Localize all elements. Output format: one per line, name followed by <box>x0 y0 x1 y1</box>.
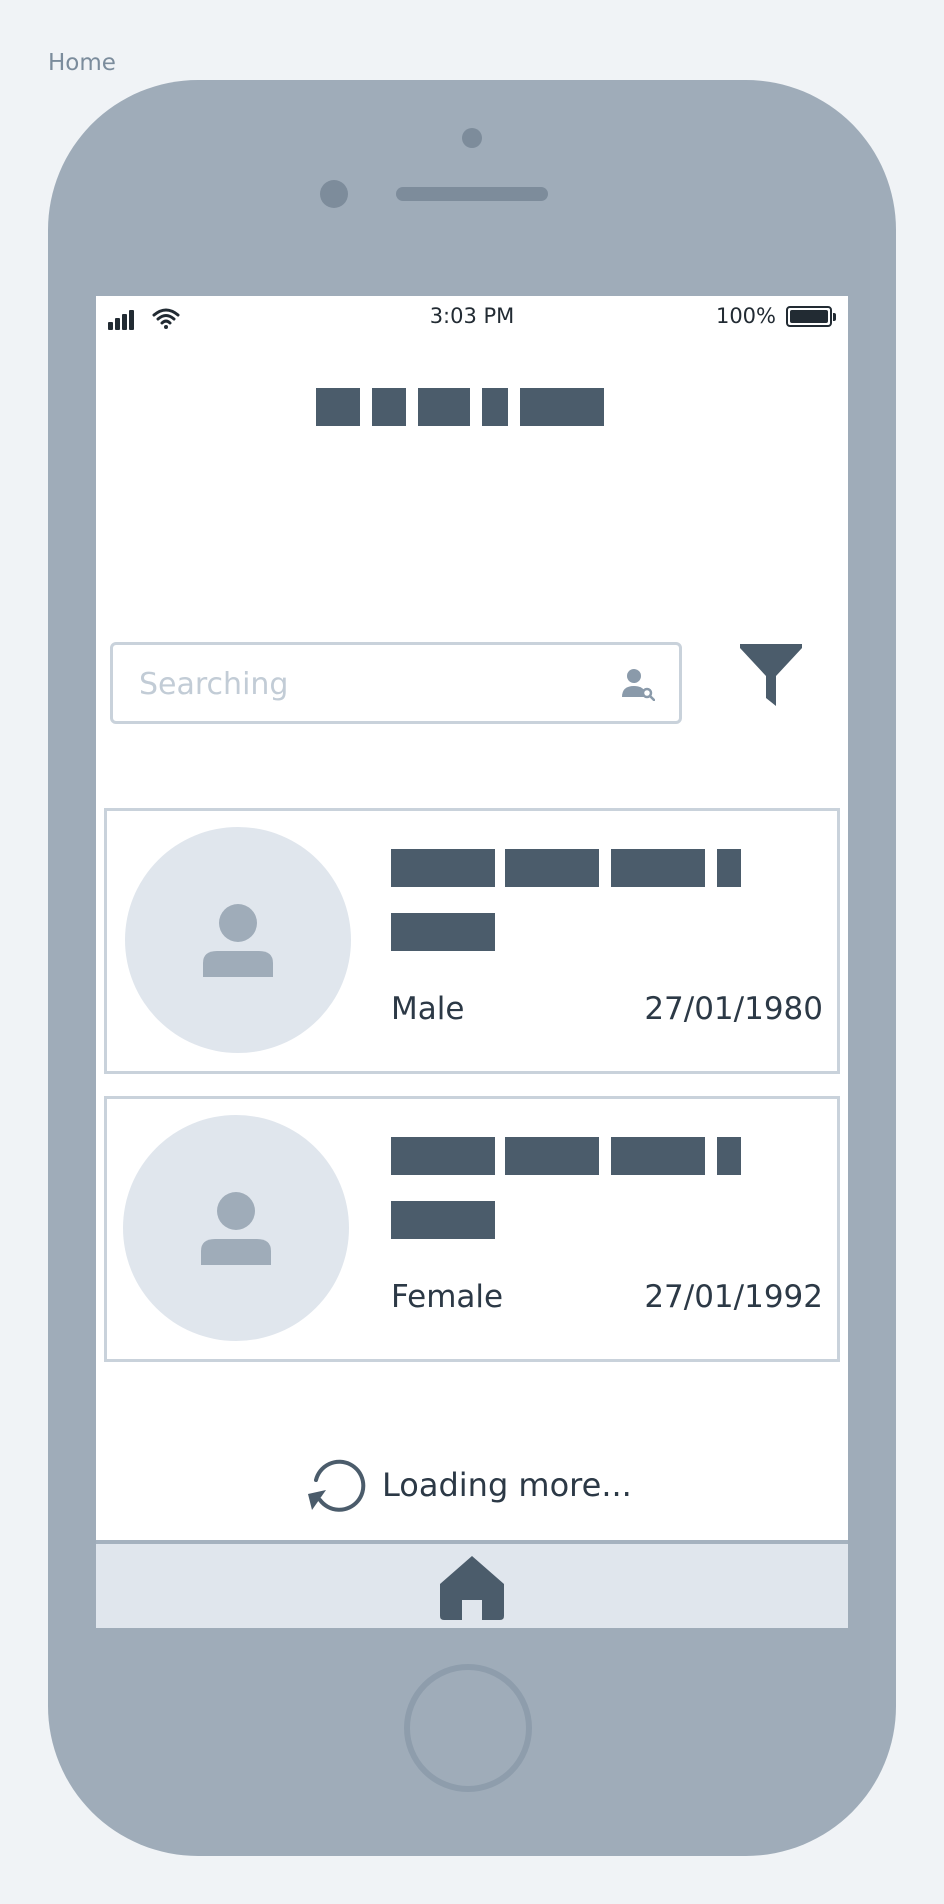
loading-text: Loading more... <box>382 1466 632 1504</box>
phone-screen: 3:03 PM 100% Searching Male 27/01/1980 F… <box>96 296 848 1628</box>
avatar <box>123 1115 349 1341</box>
search-field[interactable] <box>110 642 682 724</box>
patient-dob: 27/01/1992 <box>644 1279 823 1315</box>
phone-frame: 3:03 PM 100% Searching Male 27/01/1980 F… <box>48 80 896 1856</box>
status-bar: 3:03 PM 100% <box>96 296 848 340</box>
patient-name-placeholder <box>391 1137 791 1243</box>
avatar <box>125 827 351 1053</box>
front-camera <box>462 128 482 148</box>
user-search-icon[interactable] <box>621 667 655 701</box>
refresh-icon <box>308 1459 366 1512</box>
page-label: Home <box>48 50 116 76</box>
person-icon <box>201 1192 271 1265</box>
battery-percentage: 100% <box>715 304 776 328</box>
patient-card[interactable]: Female 27/01/1992 <box>104 1096 840 1362</box>
patient-name-placeholder <box>391 849 791 955</box>
search-input[interactable] <box>137 659 581 709</box>
person-icon <box>203 904 273 977</box>
battery-icon <box>786 306 832 327</box>
patient-card[interactable]: Male 27/01/1980 <box>104 808 840 1074</box>
tab-bar <box>96 1540 848 1628</box>
patient-gender: Female <box>391 1279 504 1315</box>
filter-icon[interactable] <box>740 644 802 708</box>
patient-gender: Male <box>391 991 465 1027</box>
home-button[interactable] <box>404 1664 532 1792</box>
patient-dob: 27/01/1980 <box>644 991 823 1027</box>
proximity-sensor <box>320 180 348 208</box>
earpiece-speaker <box>396 187 548 201</box>
home-icon[interactable] <box>438 1554 506 1620</box>
